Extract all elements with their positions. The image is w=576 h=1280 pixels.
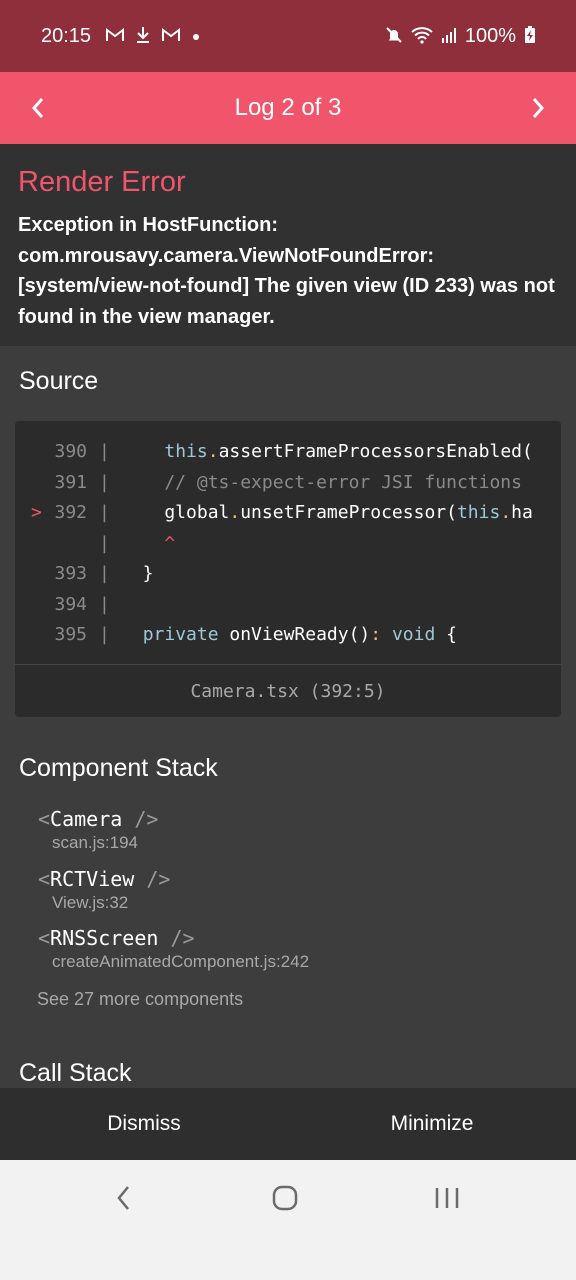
- source-code-lines: 390 | this.assertFrameProcessorsEnabled(3…: [15, 437, 561, 651]
- home-icon: [272, 1185, 298, 1211]
- component-stack-list: <Camera /> scan.js:194 <RCTView /> View.js:…: [38, 806, 558, 985]
- dot-icon: [191, 28, 201, 45]
- call-stack-heading: Call Stack: [19, 1059, 132, 1087]
- close-bracket: />: [158, 926, 195, 950]
- code-text: // @ts-expect-error JSI functions: [121, 471, 522, 493]
- status-bar: 20:15 100%: [0, 0, 576, 72]
- code-line: 395 | private onViewReady(): void {: [15, 620, 561, 651]
- component-name-text: RNSScreen: [50, 926, 159, 950]
- open-bracket: <: [38, 926, 51, 950]
- source-file-location[interactable]: Camera.tsx (392:5): [15, 664, 561, 717]
- status-time: 20:15: [41, 24, 92, 47]
- code-text: private onViewReady(): void {: [142, 624, 457, 645]
- log-content[interactable]: Source 390 | this.assertFrameProcessorsEn…: [0, 346, 576, 1088]
- line-number: 390: [54, 441, 87, 462]
- line-number: 393: [54, 563, 87, 584]
- status-right: 100%: [385, 25, 536, 48]
- code-text: ^: [164, 532, 176, 554]
- code-text: }: [121, 563, 154, 584]
- error-message: Exception in HostFunction: com.mrousavy.…: [18, 214, 555, 328]
- source-code-frame[interactable]: 390 | this.assertFrameProcessorsEnabled(3…: [15, 421, 561, 717]
- gutter-separator: |: [99, 624, 110, 645]
- error-summary: Render Error Exception in HostFunction: …: [0, 144, 576, 346]
- back-button[interactable]: [84, 1178, 164, 1218]
- chevron-left-icon: [31, 98, 44, 118]
- open-bracket: <: [38, 807, 51, 831]
- mute-icon: [385, 26, 403, 47]
- log-counter-title: Log 2 of 3: [234, 94, 342, 121]
- open-bracket: <: [38, 866, 51, 891]
- gmail-icon: [161, 27, 181, 46]
- home-button[interactable]: [245, 1178, 325, 1218]
- line-number: 395: [54, 624, 87, 645]
- code-line: >392 | global.unsetFrameProcessor(this.ha: [15, 498, 561, 529]
- line-number: 394: [54, 593, 87, 615]
- close-bracket: />: [134, 866, 171, 891]
- component-file-location: scan.js:194: [52, 833, 138, 852]
- gutter-separator: |: [99, 471, 110, 493]
- next-log-button[interactable]: [500, 72, 576, 144]
- component-stack-item[interactable]: <RNSScreen /> createAnimatedComponent.js:…: [38, 925, 558, 985]
- see-more-components-link[interactable]: See 27 more components: [37, 989, 243, 1010]
- recents-icon: [435, 1188, 459, 1208]
- system-navigation-bar: [0, 1160, 576, 1280]
- line-number: 391: [54, 471, 87, 493]
- code-text: global.unsetFrameProcessor(this.ha: [121, 502, 533, 523]
- dismiss-button[interactable]: Dismiss: [0, 1088, 288, 1160]
- error-title: Render Error: [18, 166, 186, 198]
- code-line: | ^: [15, 529, 561, 560]
- back-icon: [117, 1186, 129, 1210]
- previous-log-button[interactable]: [0, 72, 76, 144]
- action-bar: Dismiss Minimize: [0, 1088, 576, 1160]
- log-header: Log 2 of 3: [0, 72, 576, 144]
- component-file-location: View.js:32: [52, 892, 129, 912]
- chevron-right-icon: [532, 98, 545, 118]
- line-number: 392: [54, 502, 87, 523]
- component-name-text: Camera: [50, 807, 123, 831]
- wifi-icon: [411, 26, 433, 47]
- gutter-separator: |: [99, 563, 110, 584]
- battery-charging-icon: [524, 25, 536, 47]
- component-stack-heading: Component Stack: [19, 754, 218, 782]
- component-name: <RNSScreen />: [38, 925, 558, 951]
- code-text: this.assertFrameProcessorsEnabled(: [164, 441, 533, 462]
- download-icon: [135, 26, 151, 47]
- code-line: 390 | this.assertFrameProcessorsEnabled(: [15, 437, 561, 468]
- signal-icon: [441, 27, 457, 46]
- minimize-button[interactable]: Minimize: [288, 1088, 576, 1160]
- component-stack-item[interactable]: <RCTView /> View.js:32: [38, 866, 558, 926]
- component-file-location: createAnimatedComponent.js:242: [52, 952, 310, 971]
- recents-button[interactable]: [407, 1178, 487, 1218]
- code-line: 391 | // @ts-expect-error JSI functions: [15, 468, 561, 499]
- gutter-separator: |: [99, 532, 110, 554]
- code-line: 393 | }: [15, 559, 561, 590]
- gutter-separator: |: [99, 593, 110, 615]
- source-heading: Source: [19, 367, 99, 395]
- status-left: 20:15: [41, 25, 201, 48]
- component-name-text: RCTView: [50, 866, 135, 891]
- close-bracket: />: [122, 807, 159, 831]
- code-line: 394 |: [15, 590, 561, 621]
- gutter-separator: |: [99, 502, 110, 523]
- error-line-marker: >: [31, 502, 42, 523]
- component-stack-item[interactable]: <Camera /> scan.js:194: [38, 806, 558, 866]
- battery-percent: 100%: [464, 24, 516, 47]
- component-name: <RCTView />: [38, 866, 558, 892]
- gmail-icon: [105, 27, 125, 46]
- component-name: <Camera />: [38, 806, 558, 832]
- gutter-separator: |: [99, 441, 110, 462]
